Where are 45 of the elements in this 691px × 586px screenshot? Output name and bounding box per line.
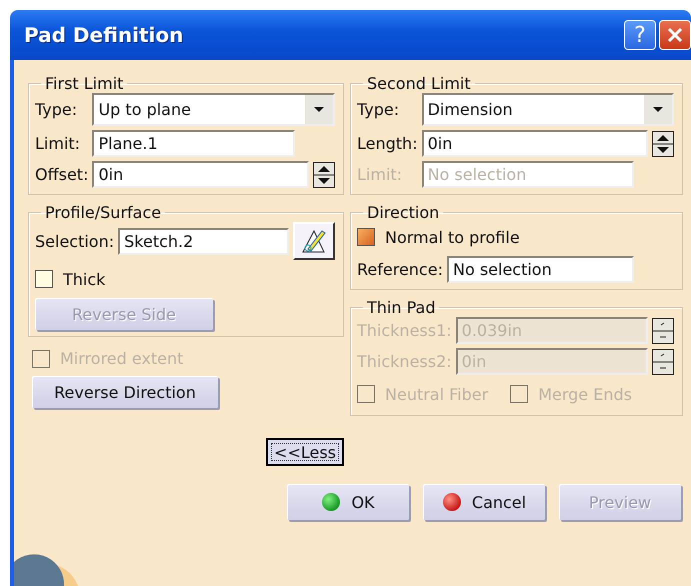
group-title: Profile/Surface [44,203,162,222]
group-title: First Limit [44,74,124,93]
group-title: Direction [366,203,440,222]
field-label: Thickness1: [357,321,452,340]
selection-field[interactable]: Sketch.2 [118,228,289,254]
checkbox-label: Mirrored extent [60,349,184,368]
sketch-button[interactable] [293,222,335,260]
ball-icon [442,492,462,512]
field-label: Length: [357,134,418,153]
field-label: Reference: [357,260,443,279]
type-dropdown[interactable]: Dimension [422,93,674,126]
ok-button[interactable]: OK [287,484,409,520]
close-icon [666,26,684,44]
spinner-arrows-icon[interactable] [313,162,335,188]
checkbox-label: Neutral Fiber [385,384,488,404]
field-label: Type: [357,100,400,119]
checkbox-label: Thick [63,270,106,288]
ball-icon [321,492,342,512]
checkbox-label: Merge Ends [538,384,632,404]
checkbox-label: Normal to profile [385,228,520,246]
help-button[interactable]: ? [624,20,656,50]
less-button[interactable]: <<Less [266,438,344,466]
field-label: Offset: [35,165,88,184]
reverse-direction-button[interactable]: Reverse Direction [32,376,218,408]
type-dropdown[interactable]: Up to plane [92,93,335,126]
field-label: Thickness2: [357,352,452,371]
field-label: Type: [35,100,78,119]
field-label: Limit: [357,165,404,184]
close-button[interactable] [659,20,691,50]
group-title: Second Limit [366,74,472,93]
checkbox[interactable] [35,270,53,288]
cancel-button[interactable]: Cancel [423,484,545,520]
spinner-arrows-icon[interactable] [652,348,674,374]
input-field[interactable]: No selection [446,256,634,283]
spinner-field[interactable]: 0in [92,161,309,188]
checkbox[interactable] [357,228,375,246]
window-title: Pad Definition [24,23,184,47]
field-label: Limit: [35,134,82,153]
field-label: Selection: [35,232,114,250]
spinner-field[interactable]: 0in [422,130,648,157]
globe-drawing [14,552,78,586]
spinner-arrows-icon[interactable] [652,130,674,156]
spinner-arrows-icon[interactable] [652,318,674,344]
group-title: Thin Pad [366,298,436,317]
input-field[interactable]: Plane.1 [92,130,295,157]
